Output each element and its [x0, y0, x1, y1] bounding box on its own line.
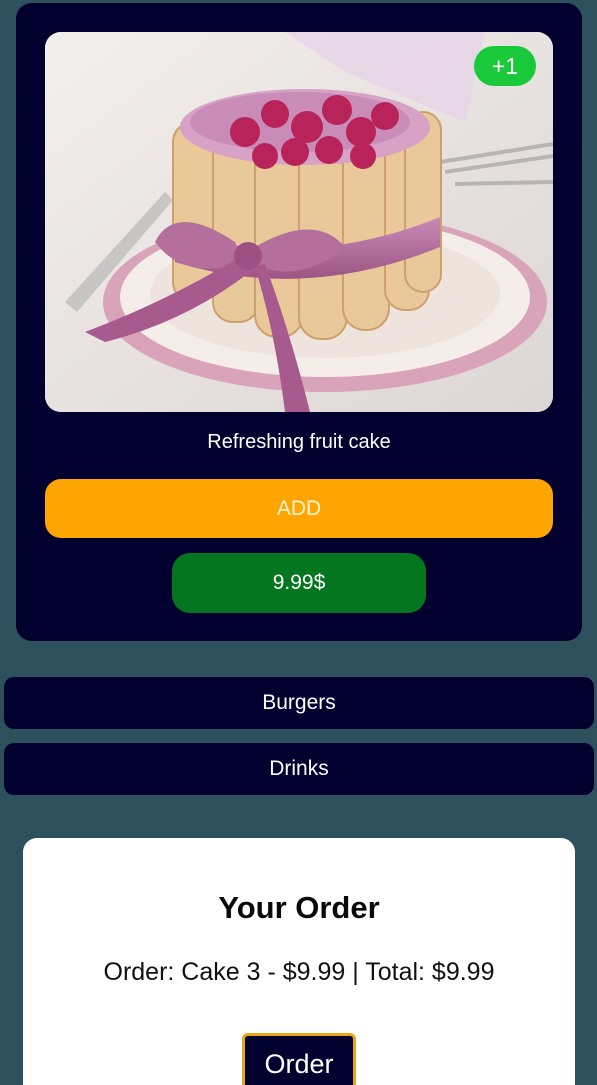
- order-button[interactable]: Order: [242, 1033, 356, 1085]
- product-card: +1 Refreshing fruit cake ADD 9.99$: [16, 3, 582, 641]
- order-summary: Order: Cake 3 - $9.99 | Total: $9.99: [103, 958, 495, 986]
- product-image[interactable]: +1: [45, 32, 553, 412]
- order-title: Your Order: [218, 890, 380, 925]
- quantity-badge: +1: [474, 46, 536, 86]
- category-burgers[interactable]: Burgers: [4, 677, 594, 729]
- price-button[interactable]: 9.99$: [172, 553, 426, 613]
- product-name: Refreshing fruit cake: [207, 431, 391, 453]
- category-drinks[interactable]: Drinks: [4, 743, 594, 795]
- add-button[interactable]: ADD: [45, 479, 553, 538]
- order-panel: Your Order Order: Cake 3 - $9.99 | Total…: [23, 838, 575, 1085]
- cake-photo: [45, 32, 553, 412]
